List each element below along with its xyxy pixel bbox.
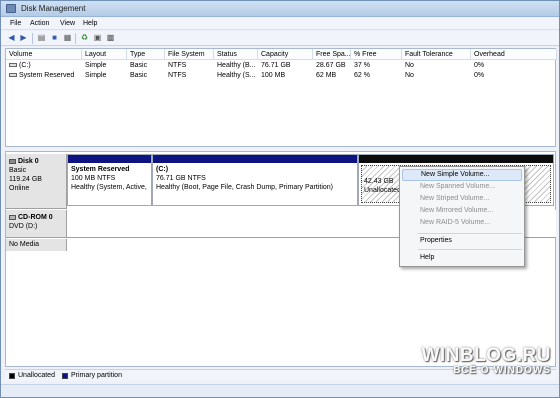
- cell-layout: Simple: [85, 62, 107, 69]
- partition-status: Healthy (System, Active,: [71, 184, 147, 191]
- cdrom-name: CD-ROM 0: [18, 214, 53, 221]
- forward-icon[interactable]: ▶: [18, 33, 29, 43]
- legend-unallocated-swatch: [9, 373, 15, 379]
- help-icon[interactable]: ■: [49, 33, 60, 43]
- partition-name: System Reserved: [71, 166, 130, 173]
- volume-drive-icon: [9, 63, 17, 68]
- volume-list: Volume Layout Type File System Status Ca…: [5, 48, 557, 147]
- cell-volume-name: (C:): [19, 62, 31, 69]
- title-bar: Disk Management: [1, 1, 559, 17]
- properties-icon[interactable]: ▦: [62, 33, 73, 43]
- cell-volume: System Reserved: [6, 71, 82, 81]
- disk-state: Online: [9, 185, 30, 192]
- partition-status: Healthy (Boot, Page File, Crash Dump, Pr…: [156, 184, 334, 191]
- rescan-icon[interactable]: ▣: [92, 33, 103, 43]
- cell-percent-free: 37 %: [354, 62, 370, 69]
- primary-partition-bar: [68, 155, 151, 163]
- cell-overhead: 0%: [474, 62, 485, 69]
- disk-management-window: Disk Management File Action View Help ◀ …: [0, 0, 560, 398]
- column-status[interactable]: Status: [214, 49, 258, 60]
- window-title: Disk Management: [21, 4, 86, 13]
- partition-size: 100 MB NTFS: [71, 175, 116, 182]
- cell-percent-free: 62 %: [354, 72, 370, 79]
- list-view-icon[interactable]: ▤: [36, 33, 47, 43]
- disk-name: Disk 0: [18, 158, 39, 165]
- cell-capacity: 100 MB: [261, 72, 286, 79]
- cell-free-space: 28.67 GB: [316, 62, 346, 69]
- cell-fault-tolerance: No: [405, 62, 414, 69]
- cell-volume: (C:): [6, 61, 82, 71]
- cdrom-media: No Media: [9, 241, 39, 248]
- disk-size: 119.24 GB: [9, 176, 42, 183]
- legend-primary: Primary partition: [71, 372, 122, 379]
- cdrom-icon: [9, 214, 16, 220]
- partition-size: 76.71 GB NTFS: [156, 175, 206, 182]
- menu-new-simple-volume[interactable]: New Simple Volume...: [402, 169, 522, 181]
- column-layout[interactable]: Layout: [82, 49, 127, 60]
- watermark-main: WINBLOG.RU: [421, 345, 551, 366]
- disk-0-label[interactable]: Disk 0 Basic 119.24 GB Online: [6, 154, 67, 209]
- refresh-icon[interactable]: ♻: [79, 33, 90, 43]
- column-volume[interactable]: Volume: [6, 49, 82, 60]
- cell-status: Healthy (B...: [217, 62, 256, 69]
- cell-volume-name: System Reserved: [19, 72, 75, 79]
- status-bar: [1, 384, 559, 397]
- disk-management-icon: [6, 4, 16, 13]
- menu-new-raid5-volume[interactable]: New RAID-5 Volume...: [402, 217, 522, 229]
- partition-name: (C:): [156, 166, 169, 173]
- cdrom-drive: DVD (D:): [9, 223, 38, 230]
- table-row[interactable]: System Reserved Simple Basic NTFS Health…: [6, 71, 555, 81]
- legend-primary-swatch: [62, 373, 68, 379]
- menu-separator: [418, 249, 522, 250]
- column-fault-tolerance[interactable]: Fault Tolerance: [402, 49, 471, 60]
- back-icon[interactable]: ◀: [6, 33, 17, 43]
- cell-fault-tolerance: No: [405, 72, 414, 79]
- unallocated-bar: [359, 155, 553, 163]
- column-type[interactable]: Type: [127, 49, 165, 60]
- table-row[interactable]: (C:) Simple Basic NTFS Healthy (B... 76.…: [6, 61, 555, 71]
- menu-action[interactable]: Action: [30, 20, 49, 27]
- cell-file-system: NTFS: [168, 62, 187, 69]
- menu-new-striped-volume[interactable]: New Striped Volume...: [402, 193, 522, 205]
- column-percent-free[interactable]: % Free: [351, 49, 402, 60]
- context-menu: New Simple Volume... New Spanned Volume.…: [399, 166, 525, 267]
- toolbar: ◀ ▶ ▤ ■ ▦ ♻ ▣ ▩: [1, 31, 559, 46]
- menu-file[interactable]: File: [10, 20, 21, 27]
- menu-help[interactable]: Help: [83, 20, 97, 27]
- menu-separator: [418, 233, 522, 234]
- column-capacity[interactable]: Capacity: [258, 49, 313, 60]
- cell-type: Basic: [130, 72, 148, 79]
- menu-help-item[interactable]: Help: [402, 252, 522, 264]
- settings-icon[interactable]: ▩: [105, 33, 116, 43]
- cell-layout: Simple: [85, 72, 107, 79]
- disk-type: Basic: [9, 167, 27, 174]
- volume-drive-icon: [9, 73, 17, 78]
- column-overhead[interactable]: Overhead: [471, 49, 557, 60]
- cell-free-space: 62 MB: [316, 72, 337, 79]
- primary-partition-bar: [153, 155, 357, 163]
- cell-capacity: 76.71 GB: [261, 62, 291, 69]
- menu-new-mirrored-volume[interactable]: New Mirrored Volume...: [402, 205, 522, 217]
- cell-file-system: NTFS: [168, 72, 187, 79]
- menu-properties[interactable]: Properties: [402, 235, 522, 247]
- partition-c[interactable]: (C:) 76.71 GB NTFS Healthy (Boot, Page F…: [152, 154, 358, 206]
- column-free-space[interactable]: Free Spa...: [313, 49, 351, 60]
- cdrom-media-label: No Media: [6, 239, 67, 251]
- menu-bar: File Action View Help: [1, 18, 559, 30]
- watermark: WINBLOG.RU ВСЁ О WINDOWS: [411, 345, 551, 385]
- column-file-system[interactable]: File System: [165, 49, 214, 60]
- toolbar-separator: [75, 33, 76, 44]
- legend-unallocated: Unallocated: [18, 372, 55, 379]
- cell-status: Healthy (S...: [217, 72, 256, 79]
- menu-new-spanned-volume[interactable]: New Spanned Volume...: [402, 181, 522, 193]
- toolbar-separator: [32, 33, 33, 44]
- cell-overhead: 0%: [474, 72, 485, 79]
- cdrom-0-label[interactable]: CD-ROM 0 DVD (D:): [6, 210, 67, 238]
- hard-disk-icon: [9, 158, 16, 164]
- partition-system-reserved[interactable]: System Reserved 100 MB NTFS Healthy (Sys…: [67, 154, 152, 206]
- cell-type: Basic: [130, 62, 148, 69]
- menu-view[interactable]: View: [60, 20, 75, 27]
